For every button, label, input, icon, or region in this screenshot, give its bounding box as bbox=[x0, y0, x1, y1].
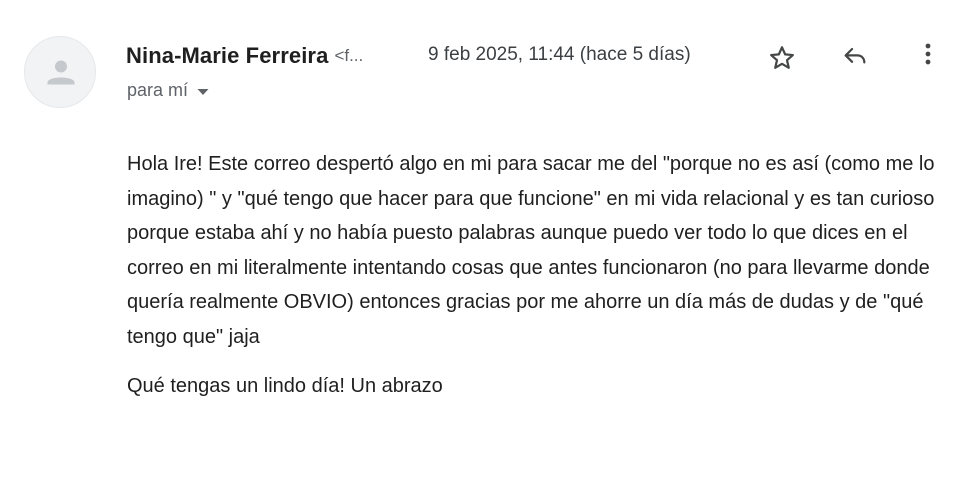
reply-arrow-icon bbox=[844, 47, 866, 64]
sender-name[interactable]: Nina-Marie Ferreira bbox=[126, 43, 328, 69]
message-body: Hola Ire! Este correo despertó algo en m… bbox=[127, 147, 957, 404]
recipient-details-toggle[interactable]: para mí bbox=[127, 80, 209, 101]
star-outline-icon bbox=[770, 46, 794, 69]
message-closing: Qué tengas un lindo día! Un abrazo bbox=[127, 375, 443, 397]
sender-avatar[interactable] bbox=[24, 36, 96, 108]
message-timestamp: 9 feb 2025, 11:44 (hace 5 días) bbox=[428, 44, 691, 65]
recipient-label: para mí bbox=[127, 80, 189, 100]
caret-down-icon bbox=[197, 80, 209, 101]
person-placeholder-icon bbox=[47, 60, 75, 85]
sender-email[interactable]: <f... bbox=[334, 46, 363, 66]
message-paragraph: Hola Ire! Este correo despertó algo en m… bbox=[127, 153, 935, 348]
star-button[interactable] bbox=[762, 38, 802, 78]
more-options-button[interactable] bbox=[908, 34, 948, 74]
sender-line: Nina-Marie Ferreira <f... bbox=[126, 40, 363, 72]
reply-button[interactable] bbox=[835, 36, 875, 76]
more-vertical-icon bbox=[925, 43, 931, 65]
